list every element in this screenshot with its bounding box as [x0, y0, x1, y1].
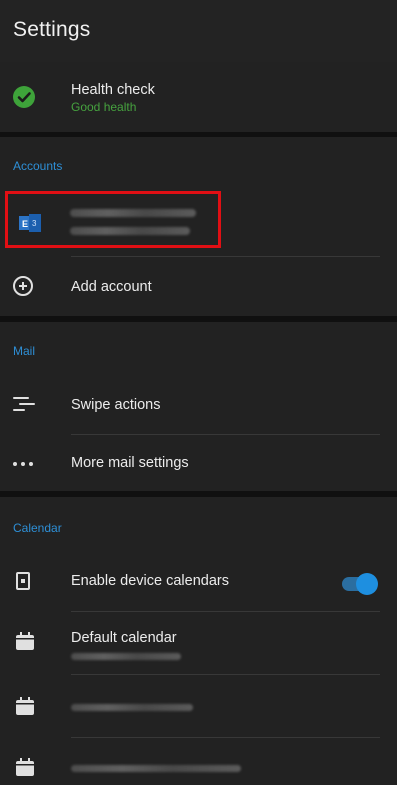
calendar-account-row[interactable] — [0, 675, 397, 737]
svg-text:E: E — [22, 219, 28, 229]
device-icon — [16, 572, 30, 590]
enable-device-calendars-row[interactable]: Enable device calendars — [0, 551, 397, 611]
swipe-actions-row[interactable]: Swipe actions — [0, 374, 397, 434]
calendar-icon — [15, 631, 35, 651]
account-row[interactable]: E 3 — [5, 191, 221, 248]
exchange-icon: E 3 — [19, 214, 41, 232]
default-calendar-label: Default calendar — [71, 630, 177, 646]
svg-text:3: 3 — [32, 219, 37, 228]
calendar-account-row[interactable] — [0, 738, 397, 785]
health-status: Good health — [71, 100, 137, 114]
default-calendar-row[interactable]: Default calendar — [0, 612, 397, 674]
mail-section: Mail Swipe actions More mail settings — [0, 322, 397, 491]
health-check-row[interactable]: Health check Good health — [0, 62, 397, 132]
enable-device-calendars-label: Enable device calendars — [71, 573, 229, 589]
calendar-section: Calendar Enable device calendars Default… — [0, 497, 397, 785]
swipe-actions-icon — [13, 397, 35, 411]
add-circle-icon — [13, 276, 33, 296]
account-detail-redacted — [70, 227, 190, 235]
app-header: Settings — [0, 0, 397, 62]
accounts-section-header: Accounts — [13, 159, 63, 173]
page-title: Settings — [13, 18, 91, 41]
checkmark-icon — [13, 86, 35, 108]
account-email-redacted — [70, 209, 196, 217]
more-dots-icon — [13, 462, 33, 466]
enable-device-calendars-toggle[interactable] — [342, 573, 378, 595]
calendar-account-redacted — [71, 704, 193, 711]
add-account-label: Add account — [71, 279, 152, 295]
toggle-thumb — [356, 573, 378, 595]
calendar-icon — [15, 696, 35, 716]
health-check-title: Health check — [71, 82, 155, 98]
more-mail-settings-label: More mail settings — [71, 455, 189, 471]
accounts-section: Accounts E 3 Add account — [0, 137, 397, 316]
default-calendar-value-redacted — [71, 653, 181, 660]
calendar-section-header: Calendar — [13, 521, 62, 535]
swipe-actions-label: Swipe actions — [71, 397, 161, 413]
add-account-button[interactable]: Add account — [0, 257, 397, 315]
calendar-account-redacted — [71, 765, 241, 772]
more-mail-settings-row[interactable]: More mail settings — [0, 435, 397, 491]
calendar-icon — [15, 757, 35, 777]
mail-section-header: Mail — [13, 344, 36, 358]
